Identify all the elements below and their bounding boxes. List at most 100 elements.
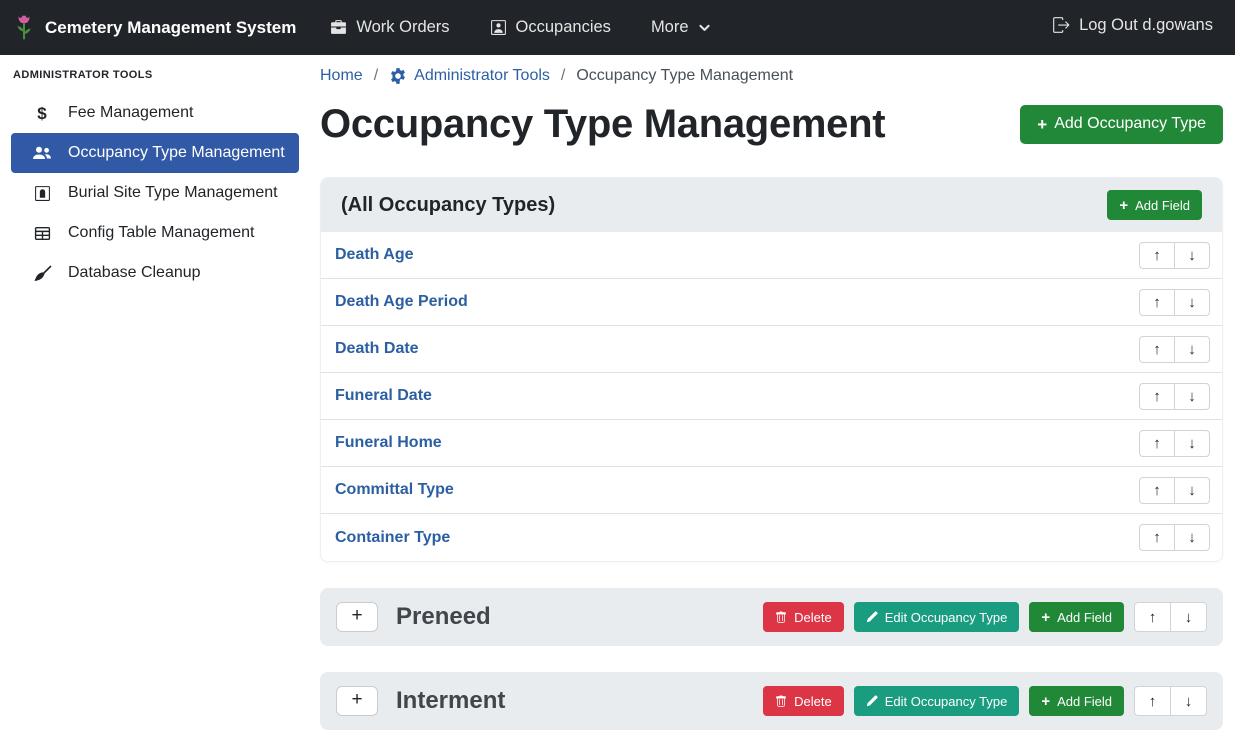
arrow-down-icon: ↓ xyxy=(1185,609,1193,626)
breadcrumb-home[interactable]: Home xyxy=(320,67,363,85)
plus-icon: + xyxy=(1037,116,1047,133)
occupancy-type-card-interment: + Interment Delete xyxy=(320,672,1223,730)
move-down-button[interactable]: ↓ xyxy=(1170,686,1207,716)
arrow-down-icon: ↓ xyxy=(1188,529,1196,546)
top-navbar: Cemetery Management System Work Orders O… xyxy=(0,0,1235,55)
arrow-up-icon: ↑ xyxy=(1153,388,1161,405)
plus-icon: + xyxy=(1119,198,1128,213)
move-down-button[interactable]: ↓ xyxy=(1174,383,1210,410)
add-field-button[interactable]: + Add Field xyxy=(1029,602,1124,632)
move-up-button[interactable]: ↑ xyxy=(1139,383,1175,410)
breadcrumb: Home / Administrator Tools / Occupancy T… xyxy=(320,67,1223,85)
breadcrumb-separator: / xyxy=(374,67,378,85)
field-row: Death Age Period ↑ ↓ xyxy=(321,279,1222,326)
reorder-controls: ↑ ↓ xyxy=(1139,383,1210,410)
burial-site-icon xyxy=(30,185,54,202)
field-link[interactable]: Funeral Home xyxy=(335,434,442,452)
page-title: Occupancy Type Management xyxy=(320,99,885,149)
add-field-button[interactable]: + Add Field xyxy=(1107,190,1202,220)
field-link[interactable]: Container Type xyxy=(335,529,450,547)
pencil-icon xyxy=(866,695,878,707)
sidebar-item-burial-site-type-management[interactable]: Burial Site Type Management xyxy=(11,173,299,213)
tulip-logo-icon xyxy=(12,14,36,41)
field-link[interactable]: Death Age xyxy=(335,246,414,264)
move-up-button[interactable]: ↑ xyxy=(1139,430,1175,457)
move-down-button[interactable]: ↓ xyxy=(1174,524,1210,551)
pencil-icon xyxy=(866,611,878,623)
nav-work-orders[interactable]: Work Orders xyxy=(330,18,449,37)
field-row: Committal Type ↑ ↓ xyxy=(321,467,1222,514)
delete-button[interactable]: Delete xyxy=(763,686,844,716)
arrow-up-icon: ↑ xyxy=(1153,482,1161,499)
sidebar: Administrator Tools $ Fee Management Occ… xyxy=(0,55,310,293)
sidebar-item-occupancy-type-management[interactable]: Occupancy Type Management xyxy=(11,133,299,173)
move-up-button[interactable]: ↑ xyxy=(1139,336,1175,363)
move-up-button[interactable]: ↑ xyxy=(1139,242,1175,269)
add-occupancy-type-button[interactable]: + Add Occupancy Type xyxy=(1020,105,1223,144)
users-icon xyxy=(30,145,54,161)
arrow-down-icon: ↓ xyxy=(1185,693,1193,710)
move-down-button[interactable]: ↓ xyxy=(1170,602,1207,632)
field-link[interactable]: Committal Type xyxy=(335,481,454,499)
delete-button[interactable]: Delete xyxy=(763,602,844,632)
arrow-up-icon: ↑ xyxy=(1153,247,1161,264)
field-link[interactable]: Funeral Date xyxy=(335,387,432,405)
add-field-button[interactable]: + Add Field xyxy=(1029,686,1124,716)
breadcrumb-admin-tools[interactable]: Administrator Tools xyxy=(389,67,550,85)
edit-occupancy-type-button[interactable]: Edit Occupancy Type xyxy=(854,686,1020,716)
field-row: Container Type ↑ ↓ xyxy=(321,514,1222,561)
gear-icon xyxy=(389,67,407,85)
move-up-button[interactable]: ↑ xyxy=(1139,477,1175,504)
move-down-button[interactable]: ↓ xyxy=(1174,242,1210,269)
move-up-button[interactable]: ↑ xyxy=(1139,289,1175,316)
app-title[interactable]: Cemetery Management System xyxy=(45,18,296,38)
occupancy-type-card-preneed: + Preneed Delete xyxy=(320,588,1223,646)
reorder-controls: ↑ ↓ xyxy=(1139,477,1210,504)
expand-button[interactable]: + xyxy=(336,686,378,716)
nav-occupancies[interactable]: Occupancies xyxy=(490,18,611,37)
reorder-controls: ↑ ↓ xyxy=(1139,430,1210,457)
breadcrumb-current: Occupancy Type Management xyxy=(576,67,793,85)
reorder-controls: ↑ ↓ xyxy=(1139,289,1210,316)
reorder-controls: ↑ ↓ xyxy=(1139,524,1210,551)
move-up-button[interactable]: ↑ xyxy=(1134,602,1171,632)
move-up-button[interactable]: ↑ xyxy=(1134,686,1171,716)
move-down-button[interactable]: ↓ xyxy=(1174,289,1210,316)
move-down-button[interactable]: ↓ xyxy=(1174,336,1210,363)
plus-icon: + xyxy=(1041,694,1050,709)
field-row: Funeral Home ↑ ↓ xyxy=(321,420,1222,467)
work-orders-icon xyxy=(330,19,347,36)
field-row: Death Age ↑ ↓ xyxy=(321,232,1222,279)
move-up-button[interactable]: ↑ xyxy=(1139,524,1175,551)
nav-more[interactable]: More xyxy=(651,18,711,37)
field-link[interactable]: Death Date xyxy=(335,340,419,358)
arrow-up-icon: ↑ xyxy=(1153,294,1161,311)
logout-link[interactable]: Log Out d.gowans xyxy=(1052,16,1213,35)
all-types-card-title: (All Occupancy Types) xyxy=(341,194,555,217)
chevron-down-icon xyxy=(698,21,711,34)
move-down-button[interactable]: ↓ xyxy=(1174,477,1210,504)
reorder-controls: ↑ ↓ xyxy=(1139,336,1210,363)
arrow-down-icon: ↓ xyxy=(1188,247,1196,264)
field-link[interactable]: Death Age Period xyxy=(335,293,468,311)
reorder-controls: ↑ ↓ xyxy=(1139,242,1210,269)
arrow-down-icon: ↓ xyxy=(1188,388,1196,405)
occupancy-type-name: Preneed xyxy=(396,603,491,631)
breadcrumb-separator: / xyxy=(561,67,565,85)
logout-icon xyxy=(1052,16,1070,34)
sidebar-heading: Administrator Tools xyxy=(11,67,299,93)
arrow-up-icon: ↑ xyxy=(1149,609,1157,626)
move-down-button[interactable]: ↓ xyxy=(1174,430,1210,457)
edit-occupancy-type-button[interactable]: Edit Occupancy Type xyxy=(854,602,1020,632)
expand-button[interactable]: + xyxy=(336,602,378,632)
arrow-down-icon: ↓ xyxy=(1188,294,1196,311)
sidebar-item-config-table-management[interactable]: Config Table Management xyxy=(11,213,299,253)
sidebar-item-fee-management[interactable]: $ Fee Management xyxy=(11,93,299,133)
arrow-up-icon: ↑ xyxy=(1149,693,1157,710)
field-row: Death Date ↑ ↓ xyxy=(321,326,1222,373)
reorder-controls: ↑ ↓ xyxy=(1134,686,1207,716)
arrow-up-icon: ↑ xyxy=(1153,529,1161,546)
arrow-up-icon: ↑ xyxy=(1153,435,1161,452)
arrow-down-icon: ↓ xyxy=(1188,341,1196,358)
sidebar-item-database-cleanup[interactable]: Database Cleanup xyxy=(11,253,299,293)
